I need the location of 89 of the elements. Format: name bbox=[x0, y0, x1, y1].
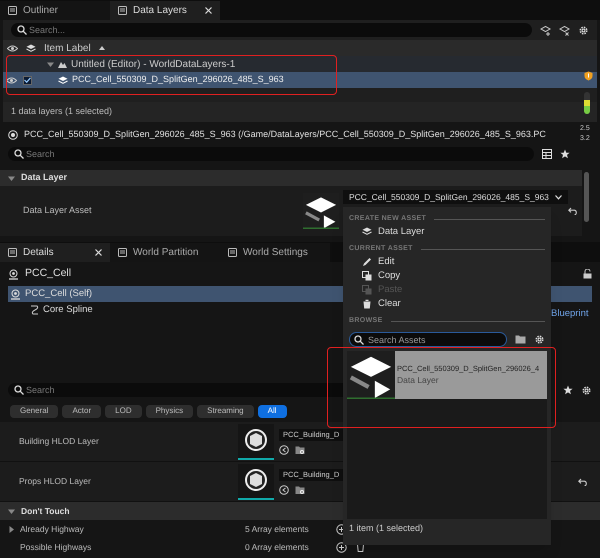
add-layer-icon[interactable] bbox=[540, 24, 551, 36]
paste-icon bbox=[362, 285, 372, 295]
actor-icon bbox=[10, 288, 21, 300]
settings-icon[interactable] bbox=[581, 384, 592, 396]
settings-icon[interactable] bbox=[534, 334, 545, 345]
filter-button[interactable]: All bbox=[258, 404, 287, 418]
tree-row[interactable]: Untitled (Editor) - WorldDataLayers-1 bbox=[3, 56, 597, 72]
expanded-arrow-icon[interactable] bbox=[8, 508, 15, 514]
tree-row[interactable]: PCC_Cell_550309_D_SplitGen_296026_485_S_963 bbox=[3, 72, 597, 88]
tab-icon bbox=[8, 248, 17, 257]
use-selected-icon[interactable] bbox=[279, 484, 289, 494]
warning-shield-icon bbox=[584, 71, 593, 81]
checkbox[interactable] bbox=[23, 76, 32, 84]
copy-icon bbox=[362, 271, 372, 281]
gauge-icon bbox=[584, 92, 590, 114]
actor-name: PCC_Cell bbox=[25, 266, 72, 282]
panel-title: PCC_Cell_550309_D_SplitGen_296026_485_S_963 (/Game/DataLayers/PCC_Cell_550309_D_SplitGen_296026_485_S_963.PC bbox=[24, 128, 546, 142]
menu-item[interactable]: Data Layer bbox=[349, 225, 545, 239]
component-row[interactable]: Core Spline bbox=[8, 302, 97, 318]
filter-button[interactable]: Actor bbox=[62, 404, 102, 418]
close-icon[interactable] bbox=[95, 249, 102, 256]
folder-icon[interactable] bbox=[515, 335, 526, 344]
expanded-arrow-icon[interactable] bbox=[8, 174, 15, 182]
data-layer-icon bbox=[362, 227, 372, 237]
panel-tab[interactable]: Data Layers bbox=[110, 1, 220, 20]
world-icon bbox=[58, 60, 67, 68]
status-text: 1 data layers (1 selected) bbox=[11, 105, 112, 118]
section-header[interactable]: Don't Touch bbox=[21, 504, 70, 518]
browse-folder-icon[interactable] bbox=[295, 444, 305, 454]
tab-icon bbox=[118, 248, 127, 257]
search-field[interactable]: Search bbox=[8, 147, 534, 161]
star-icon[interactable] bbox=[560, 149, 570, 159]
scrollbar-thumb[interactable] bbox=[584, 172, 589, 222]
filter-button[interactable]: Streaming bbox=[197, 404, 254, 418]
add-element-icon[interactable] bbox=[336, 542, 347, 552]
eye-icon[interactable] bbox=[6, 76, 16, 84]
asset-search-field[interactable]: Search Assets bbox=[349, 332, 507, 347]
star-icon[interactable] bbox=[563, 385, 573, 395]
tab-icon bbox=[228, 248, 237, 257]
spline-icon bbox=[30, 305, 39, 315]
actor-icon bbox=[8, 268, 19, 280]
search-icon bbox=[14, 149, 24, 159]
property-label: Already Highway bbox=[20, 522, 85, 536]
property-label: Possible Highways bbox=[20, 540, 92, 554]
property-label: Data Layer Asset bbox=[22, 204, 93, 218]
property-label: Props HLOD Layer bbox=[18, 475, 92, 488]
remove-layer-icon[interactable] bbox=[559, 24, 570, 36]
eye-icon[interactable] bbox=[7, 44, 18, 52]
panel-tab[interactable]: World Partition bbox=[110, 243, 220, 262]
asset-count: 1 item (1 selected) bbox=[349, 522, 424, 535]
browse-folder-icon[interactable] bbox=[295, 484, 305, 494]
close-icon[interactable] bbox=[205, 7, 212, 14]
search-icon bbox=[354, 334, 364, 344]
column-header[interactable]: Item Label bbox=[44, 40, 91, 56]
layers-column-icon bbox=[26, 44, 36, 52]
lock-icon[interactable] bbox=[583, 269, 592, 279]
menu-item[interactable]: Edit bbox=[349, 255, 545, 269]
panel-tab[interactable]: Details bbox=[0, 243, 110, 262]
section-header[interactable]: Data Layer bbox=[21, 171, 68, 185]
expanded-arrow-icon[interactable] bbox=[47, 60, 54, 68]
collapsed-arrow-icon[interactable] bbox=[8, 526, 15, 532]
sort-ascending-icon bbox=[98, 46, 105, 50]
reset-arrow-icon[interactable] bbox=[568, 207, 578, 215]
tab-icon bbox=[8, 6, 17, 15]
menu-item[interactable]: Copy bbox=[349, 269, 545, 283]
array-count: 5 Array elements bbox=[245, 522, 310, 536]
checkmark-icon bbox=[24, 77, 31, 83]
panel-tab[interactable]: Outliner bbox=[0, 1, 110, 20]
data-layer-icon bbox=[58, 76, 68, 84]
trash-icon bbox=[362, 299, 372, 309]
panel-tab[interactable]: World Settings bbox=[220, 243, 330, 262]
tab-icon bbox=[118, 6, 127, 15]
filter-button[interactable]: Physics bbox=[146, 404, 194, 418]
filter-button[interactable]: LOD bbox=[105, 404, 142, 418]
property-label: Building HLOD Layer bbox=[18, 435, 100, 448]
search-icon bbox=[17, 25, 27, 35]
reset-arrow-icon[interactable] bbox=[578, 478, 588, 486]
search-icon bbox=[14, 385, 24, 395]
use-selected-icon[interactable] bbox=[279, 444, 289, 454]
settings-icon[interactable] bbox=[578, 24, 589, 36]
filter-button[interactable]: General bbox=[10, 404, 58, 418]
grid-view-icon[interactable] bbox=[542, 149, 552, 159]
asset-picker-button[interactable]: PCC_Cell_550309_D_SplitGen_296026_485_S_963 bbox=[343, 190, 568, 204]
chevron-down-icon bbox=[554, 194, 562, 200]
pencil-icon bbox=[362, 257, 372, 267]
blueprint-link[interactable]: Blueprint bbox=[551, 307, 588, 322]
search-field[interactable]: Search... bbox=[11, 23, 532, 37]
array-count: 0 Array elements bbox=[245, 540, 310, 554]
asset-icon bbox=[8, 130, 18, 140]
